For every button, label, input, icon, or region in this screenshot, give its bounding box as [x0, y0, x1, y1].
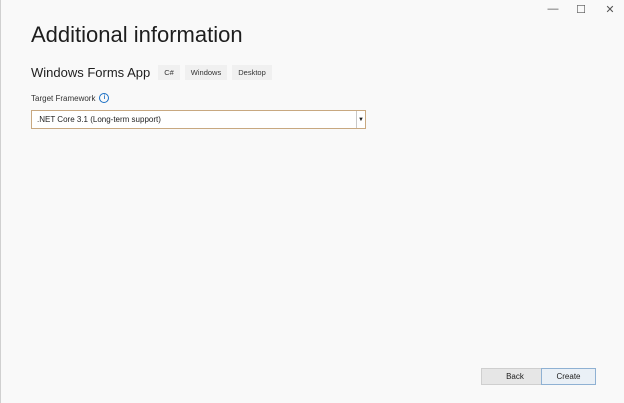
- create-button[interactable]: Create: [541, 368, 596, 385]
- info-icon[interactable]: i: [99, 93, 110, 103]
- target-framework-label-text: Target Framework: [31, 93, 96, 103]
- chevron-down-icon[interactable]: ▼: [356, 111, 365, 128]
- tag-type: Desktop: [232, 65, 272, 80]
- tag-language: C#: [158, 65, 180, 80]
- back-button[interactable]: Back: [481, 368, 549, 385]
- minimize-button[interactable]: —: [538, 0, 568, 18]
- target-framework-label: Target Framework i: [31, 93, 110, 103]
- project-name: Windows Forms App: [31, 65, 151, 80]
- tag-platform: Windows: [184, 65, 228, 80]
- close-button[interactable]: ✕: [595, 0, 624, 18]
- page-title: Additional information: [31, 22, 243, 47]
- target-framework-value: .NET Core 3.1 (Long-term support): [37, 115, 161, 124]
- project-summary: Windows Forms App C# Windows Desktop: [31, 65, 277, 80]
- target-framework-dropdown[interactable]: .NET Core 3.1 (Long-term support) ▼: [31, 110, 366, 129]
- maximize-button[interactable]: ☐: [566, 0, 596, 18]
